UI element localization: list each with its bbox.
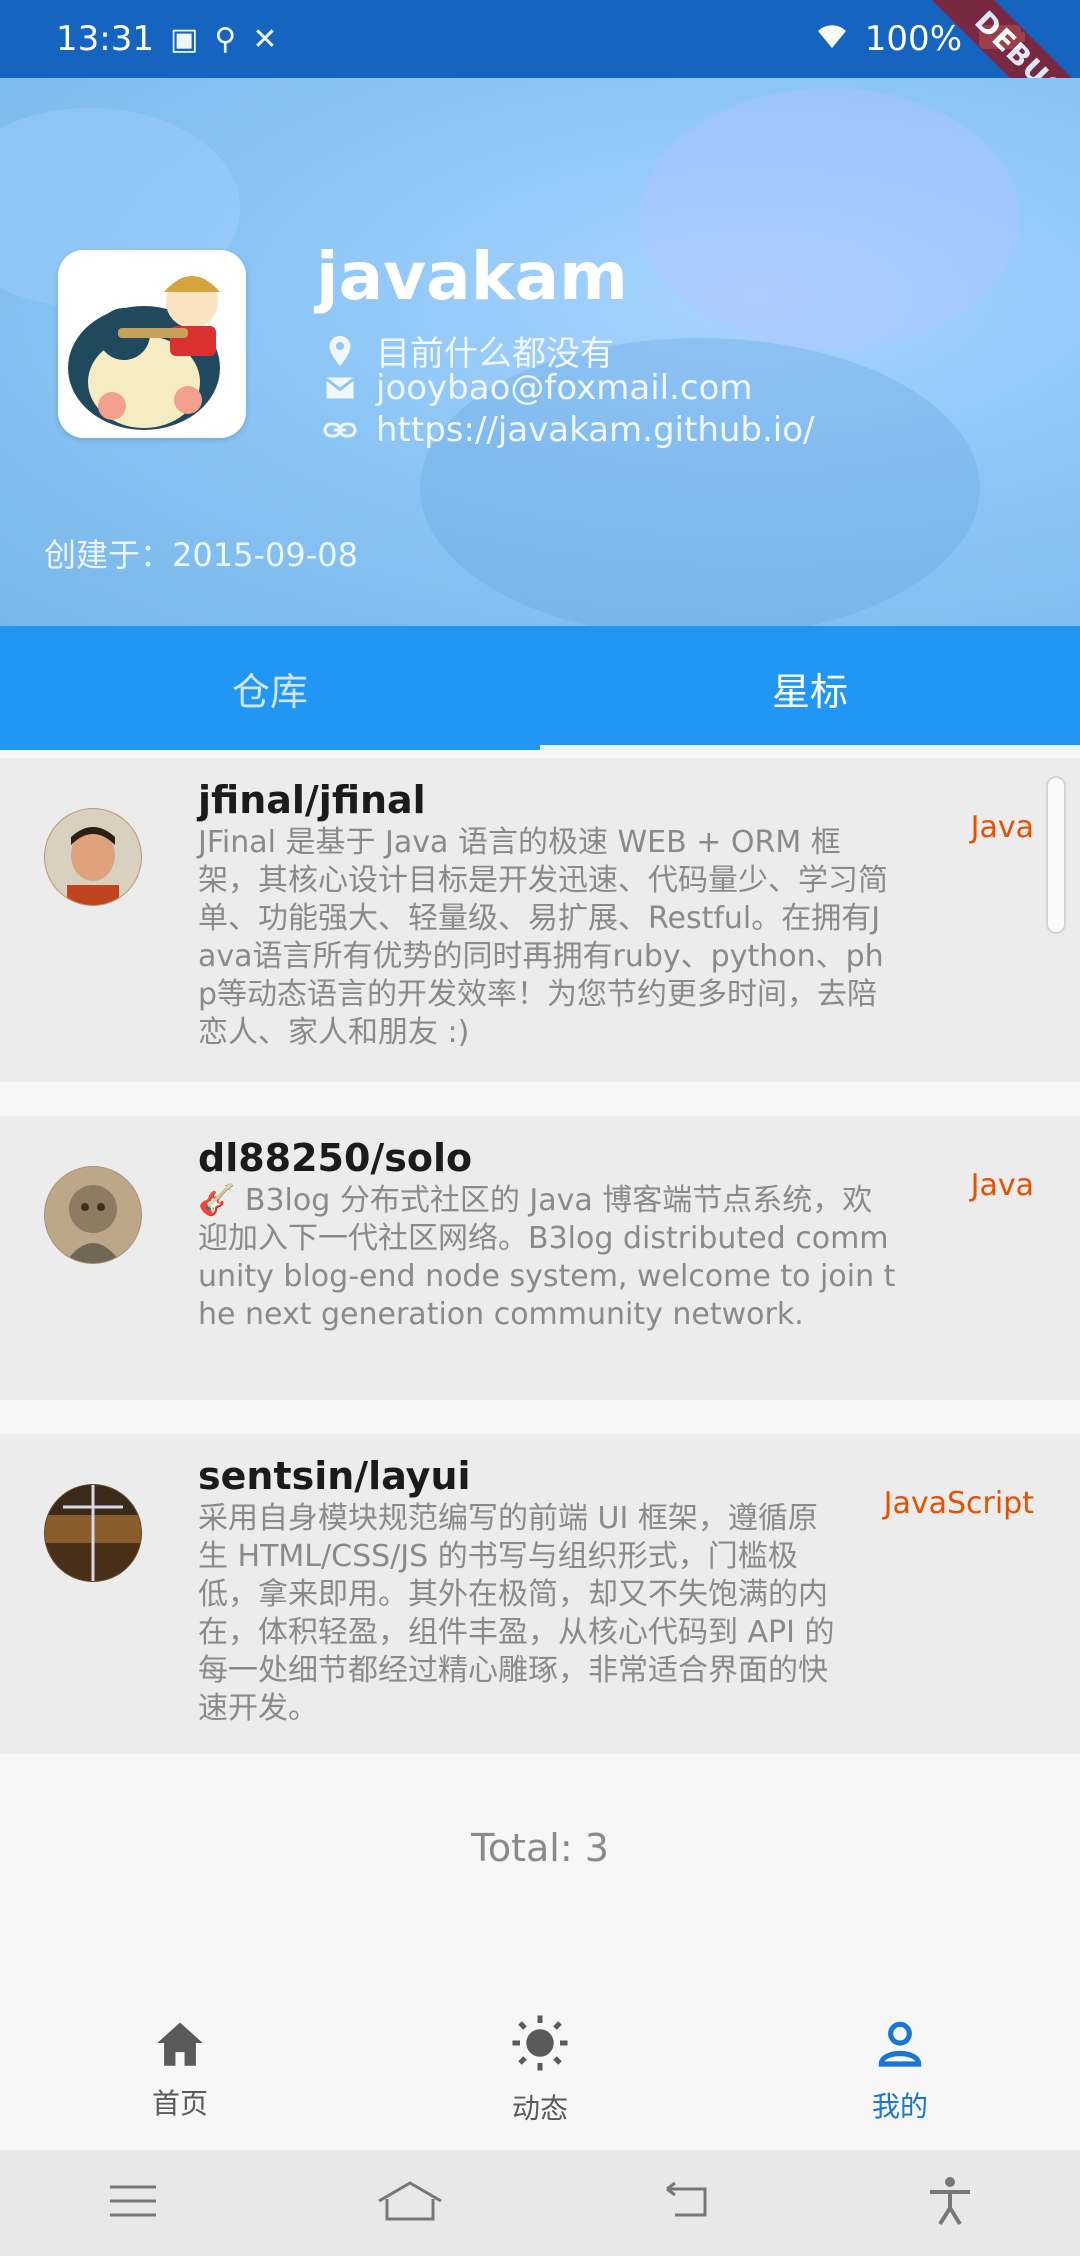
- home-button-icon[interactable]: [375, 2179, 445, 2227]
- list-item[interactable]: jfinal/jfinal JFinal 是基于 Java 语言的极速 WEB …: [0, 758, 1080, 1082]
- repo-name[interactable]: jfinal/jfinal: [198, 778, 426, 822]
- owner-avatar: [44, 1484, 142, 1582]
- nav-activity[interactable]: 动态: [360, 1990, 720, 2150]
- battery-percent: 100%: [864, 19, 962, 59]
- app-icon: ▣: [169, 21, 199, 57]
- list-item[interactable]: dl88250/solo 🎸 B3log 分布式社区的 Java 博客端节点系统…: [0, 1116, 1080, 1400]
- repo-language: JavaScript: [883, 1486, 1034, 1521]
- location-pin-icon: [322, 333, 358, 369]
- person-icon: [872, 2015, 928, 2075]
- email-icon: [322, 370, 358, 406]
- created-date: 创建于：2015-09-08: [44, 536, 358, 574]
- total-count: Total: 3: [471, 1826, 609, 1870]
- sun-icon: [510, 2013, 570, 2077]
- nav-mine-label: 我的: [871, 2090, 928, 2123]
- usb-icon: ⚲: [214, 21, 237, 57]
- repo-language: Java: [970, 1168, 1034, 1203]
- nav-mine[interactable]: 我的: [720, 1990, 1080, 2150]
- repo-description: JFinal 是基于 Java 语言的极速 WEB + ORM 框架，其核心设计…: [198, 825, 888, 1050]
- repo-description: 采用自身模块规范编写的前端 UI 框架，遵循原生 HTML/CSS/JS 的书写…: [198, 1501, 835, 1726]
- back-icon[interactable]: [661, 2181, 711, 2225]
- repo-name[interactable]: dl88250/solo: [198, 1136, 472, 1180]
- wifi-icon: [815, 19, 849, 59]
- owner-avatar: [44, 1166, 142, 1264]
- owner-avatar: [44, 808, 142, 906]
- menu-icon[interactable]: [108, 2181, 158, 2225]
- repo-language: Java: [970, 810, 1034, 845]
- accessibility-icon[interactable]: [928, 2176, 972, 2230]
- clock: 13:31: [56, 19, 154, 59]
- blog-link: https://javakam.github.io/: [376, 410, 815, 450]
- email-row[interactable]: jooybao@foxmail.com: [322, 368, 753, 408]
- bottom-navigation: 首页 动态 我的: [0, 1990, 1080, 2150]
- nav-activity-label: 动态: [511, 2092, 568, 2125]
- nav-home-label: 首页: [151, 2087, 208, 2120]
- username: javakam: [316, 238, 628, 315]
- profile-header: javakam 目前什么都没有 jooybao@foxmail.com http…: [0, 78, 1080, 626]
- repo-description: 🎸 B3log 分布式社区的 Java 博客端节点系统，欢迎加入下一代社区网络。…: [198, 1183, 896, 1332]
- home-icon: [152, 2018, 208, 2072]
- scrollbar[interactable]: [1046, 776, 1066, 934]
- nav-home[interactable]: 首页: [0, 1990, 360, 2150]
- repo-name[interactable]: sentsin/layui: [198, 1454, 471, 1498]
- status-bar: 13:31 ▣ ⚲ ✕ 100%: [0, 0, 1080, 78]
- user-avatar[interactable]: [58, 250, 246, 438]
- system-navigation-bar: [0, 2150, 1080, 2256]
- tools-icon: ✕: [252, 21, 278, 57]
- profile-tabs: 仓库 星标: [0, 626, 1080, 750]
- tab-repositories[interactable]: 仓库: [0, 626, 540, 750]
- blog-row[interactable]: https://javakam.github.io/: [322, 410, 815, 450]
- list-item[interactable]: sentsin/layui 采用自身模块规范编写的前端 UI 框架，遵循原生 H…: [0, 1434, 1080, 1754]
- email-text: jooybao@foxmail.com: [376, 368, 753, 408]
- tab-stars[interactable]: 星标: [540, 626, 1080, 750]
- link-icon: [322, 412, 358, 448]
